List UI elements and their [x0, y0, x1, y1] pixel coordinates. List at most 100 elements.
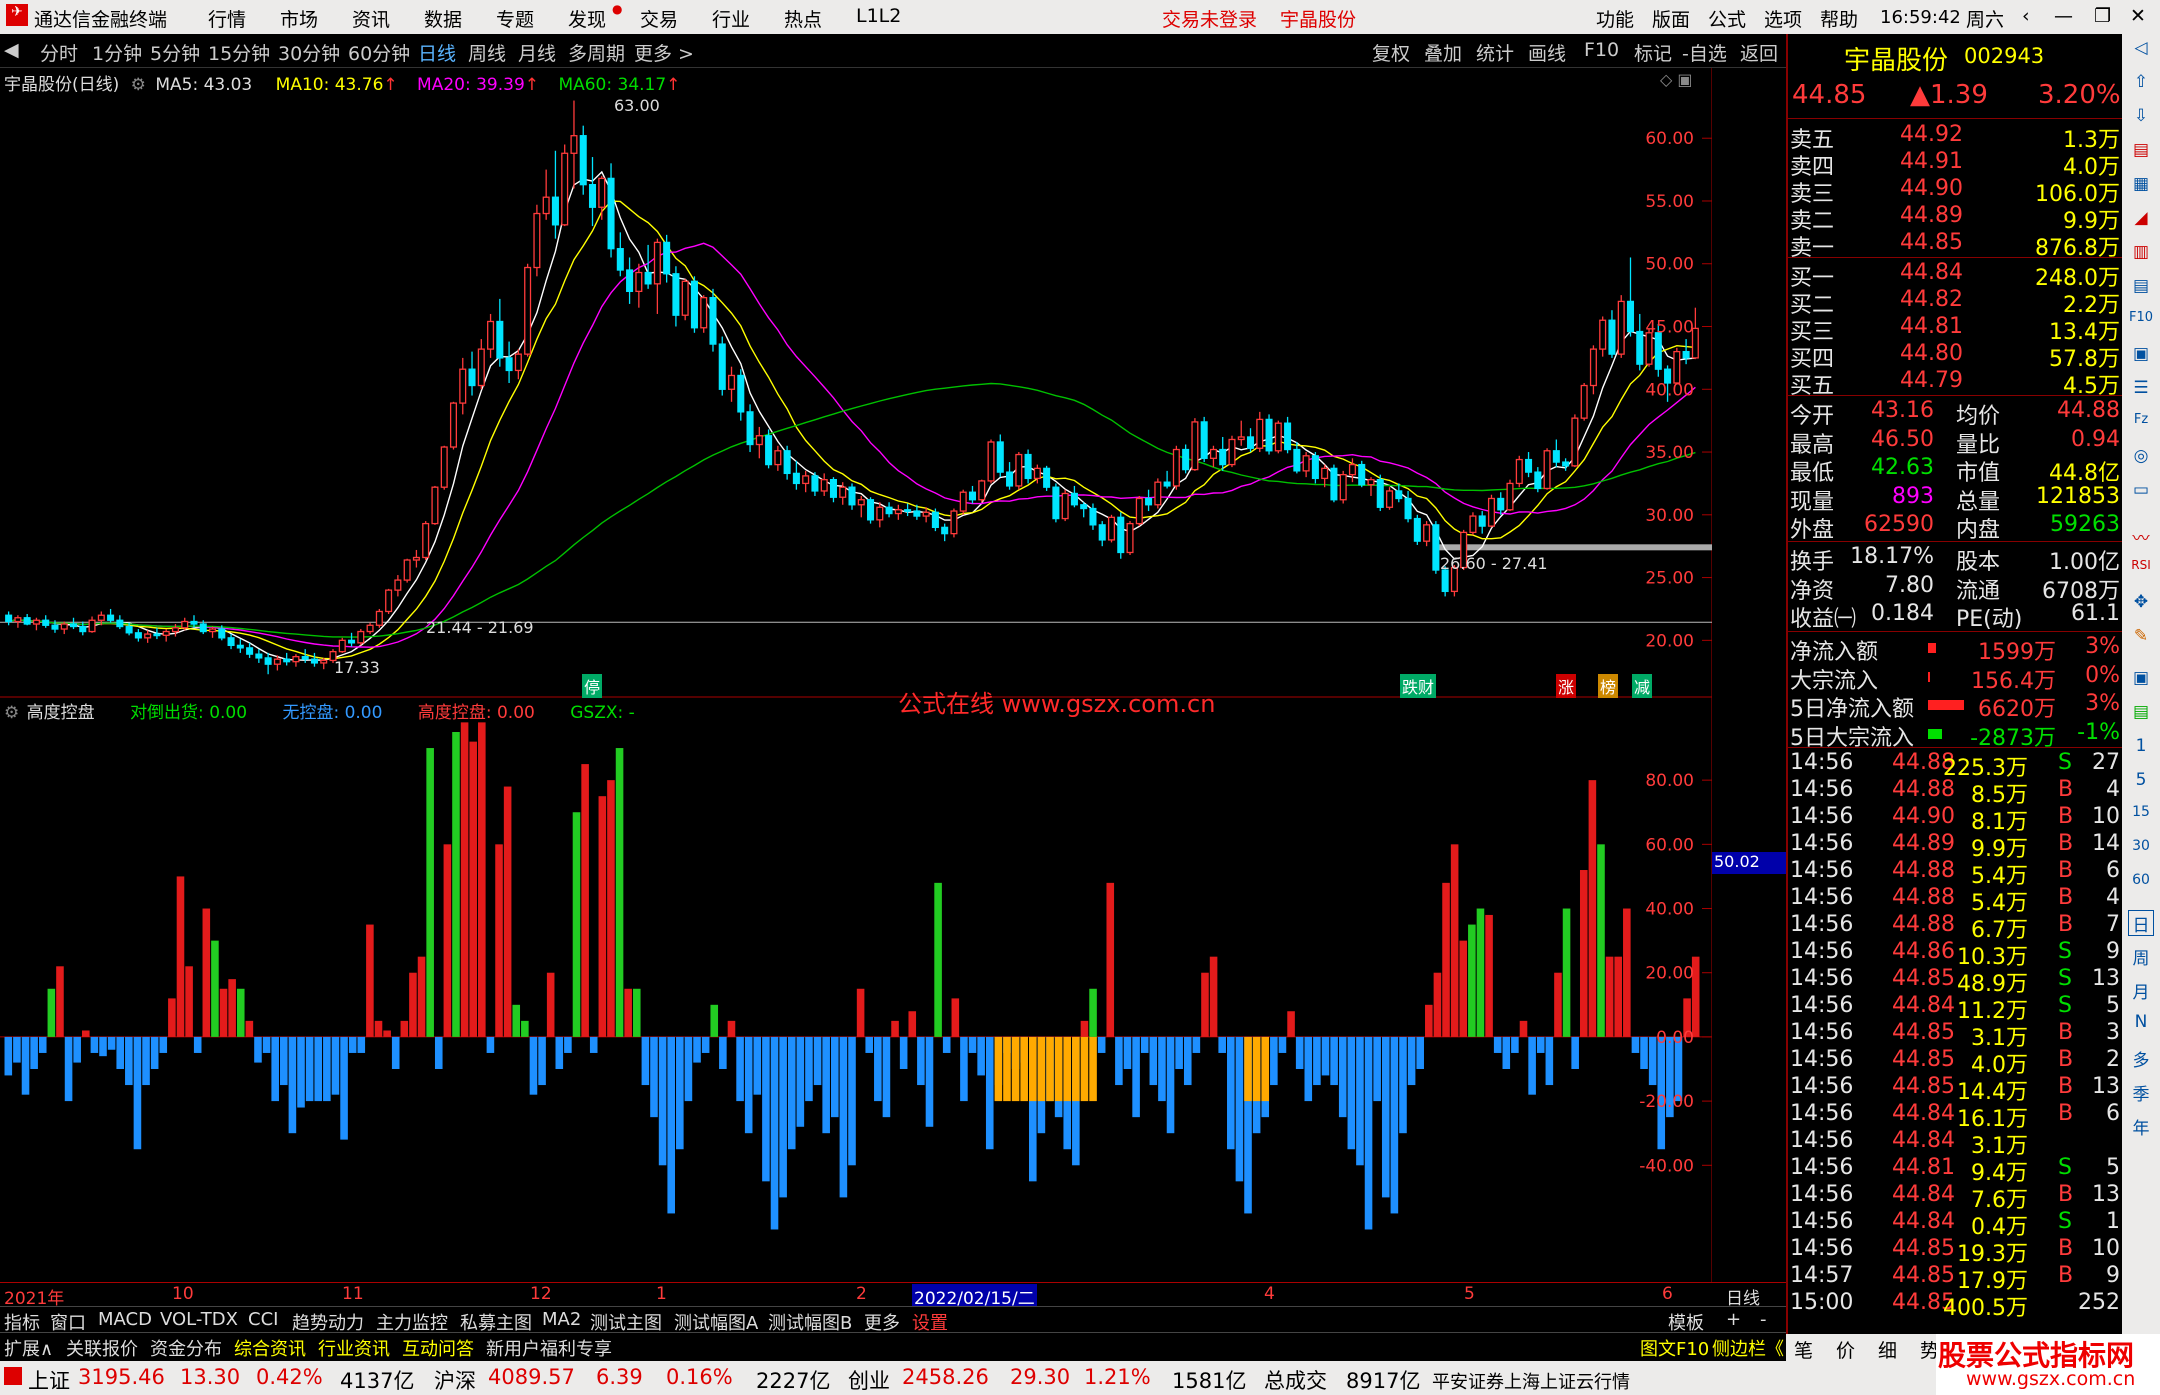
menu-zixun[interactable]: 资讯 — [352, 5, 390, 32]
line-chart-icon[interactable]: ◢ — [2128, 208, 2154, 234]
list-icon[interactable]: ☰ — [2128, 378, 2154, 404]
login-status[interactable]: 交易未登录 — [1162, 5, 1257, 32]
stock-list-icon[interactable]: ▤ — [2128, 140, 2154, 166]
tab-hangye-zixun[interactable]: 行业资讯 — [318, 1335, 390, 1361]
indicator-name[interactable]: 高度控盘 — [27, 703, 95, 723]
tab-minus[interactable]: - — [1760, 1309, 1767, 1330]
wave-icon[interactable]: 〰 — [2128, 524, 2154, 550]
side-period-n[interactable]: N — [2128, 1012, 2154, 1038]
hs-name[interactable]: 沪深 — [434, 1365, 476, 1395]
marker-jian[interactable]: 减 — [1632, 674, 1653, 698]
side-period-zhou[interactable]: 周 — [2128, 944, 2154, 970]
period-60[interactable]: 60 — [2128, 872, 2154, 898]
tool-diejia[interactable]: 叠加 — [1424, 39, 1462, 66]
tab-zijin[interactable]: 资金分布 — [150, 1335, 222, 1361]
panel-tab-bi[interactable]: 笔 — [1794, 1336, 1813, 1363]
cy-name[interactable]: 创业 — [848, 1365, 890, 1395]
marker-zhang[interactable]: 涨 — [1556, 674, 1577, 698]
period-monthly[interactable]: 月线 — [518, 39, 556, 66]
side-period-yue[interactable]: 月 — [2128, 978, 2154, 1004]
period-30[interactable]: 30 — [2128, 838, 2154, 864]
tool-fanhui[interactable]: 返回 — [1740, 39, 1778, 66]
period-15min[interactable]: 15分钟 — [208, 39, 270, 66]
menu-jiaoyi[interactable]: 交易 — [640, 5, 678, 32]
tool-tongji[interactable]: 统计 — [1476, 39, 1514, 66]
side-period-ji[interactable]: 季 — [2128, 1080, 2154, 1106]
arrow-down-icon[interactable]: ⇩ — [2128, 106, 2154, 132]
tool-huaxian[interactable]: 画线 — [1528, 39, 1566, 66]
period-1min[interactable]: 1分钟 — [92, 39, 142, 66]
info-icon[interactable]: ◎ — [2128, 446, 2154, 472]
pen-icon[interactable]: ✎ — [2128, 626, 2154, 652]
tab-tuwen-f10[interactable]: 图文F10 — [1640, 1335, 1709, 1361]
tool-fuquan[interactable]: 复权 — [1372, 39, 1410, 66]
minimize-icon[interactable]: — — [2054, 5, 2073, 27]
period-more[interactable]: 更多 > — [634, 39, 694, 66]
tab-zonghe[interactable]: 综合资讯 — [234, 1335, 306, 1361]
period-5[interactable]: 5 — [2128, 770, 2154, 796]
toolbar-left-arrow-icon[interactable]: ◀ — [4, 39, 19, 61]
period-fenshi[interactable]: 分时 — [40, 39, 78, 66]
menu-bangzhu[interactable]: 帮助 — [1820, 5, 1858, 32]
menu-xuanxiang[interactable]: 选项 — [1764, 5, 1802, 32]
tab-guanlian[interactable]: 关联报价 — [66, 1335, 138, 1361]
menu-l1l2[interactable]: L1L2 — [856, 5, 901, 27]
marker-ting[interactable]: 停 — [582, 674, 603, 698]
tab-macd[interactable]: MACD — [98, 1309, 152, 1330]
export-icon[interactable]: ▤ — [2128, 702, 2154, 728]
close-icon[interactable]: ✕ — [2130, 5, 2146, 27]
table-icon[interactable]: ▤ — [2128, 276, 2154, 302]
tool-zixuan[interactable]: -自选 — [1682, 39, 1727, 66]
grid-icon[interactable]: ▦ — [2128, 174, 2154, 200]
tab-xinyonghu[interactable]: 新用户福利专享 — [486, 1335, 612, 1361]
kline-chart[interactable]: 60.00 55.00 50.00 45.00 40.00 35.00 30.00 25.00… — [0, 68, 1786, 698]
f10-icon[interactable]: F10 — [2128, 310, 2154, 336]
tab-vol-tdx[interactable]: VOL-TDX — [160, 1309, 238, 1330]
menu-zhuanti[interactable]: 专题 — [496, 5, 534, 32]
tab-ma2[interactable]: MA2 — [542, 1309, 581, 1330]
panel-tab-xi[interactable]: 细 — [1878, 1336, 1897, 1363]
menu-hangqing[interactable]: 行情 — [208, 5, 246, 32]
tab-kuozhan[interactable]: 扩展∧ — [4, 1335, 53, 1361]
panel-tab-jia[interactable]: 价 — [1836, 1336, 1855, 1363]
period-multi[interactable]: 多周期 — [568, 39, 625, 66]
side-period-ri[interactable]: 日 — [2128, 910, 2154, 936]
news-icon[interactable]: ▣ — [2128, 344, 2154, 370]
menu-redian[interactable]: 热点 — [784, 5, 822, 32]
period-5min[interactable]: 5分钟 — [150, 39, 200, 66]
fz-icon[interactable]: Fz — [2128, 412, 2154, 438]
period-daily[interactable]: 日线 — [418, 39, 456, 66]
tool-biaoji[interactable]: 标记 — [1634, 39, 1672, 66]
formula-icon[interactable]: ▣ — [2128, 668, 2154, 694]
settings-icon[interactable]: ⚙ — [131, 75, 146, 95]
tool-f10[interactable]: F10 — [1584, 39, 1619, 61]
kline-icon[interactable]: ▥ — [2128, 242, 2154, 268]
layers-icon[interactable]: ▭ — [2128, 480, 2154, 506]
tick-list[interactable]: 14:56 44.88 225.3万 S 27 14:56 44.88 8.5万 B 4 14:56… — [1788, 750, 2124, 1321]
indicator-chart[interactable]: 80.00 60.00 40.00 20.00 0.00 -20.00 -40.00 ⚙ 高… — [0, 690, 1786, 1282]
tab-plus[interactable]: + — [1726, 1309, 1741, 1330]
menu-gongneng[interactable]: 功能 — [1596, 5, 1634, 32]
period-60min[interactable]: 60分钟 — [348, 39, 410, 66]
tab-cci[interactable]: CCI — [248, 1309, 278, 1330]
rsi-icon[interactable]: RSI — [2128, 558, 2154, 584]
tab-cebianlan[interactable]: 侧边栏《 — [1712, 1335, 1784, 1361]
collapse-icon[interactable]: ◁ — [2128, 38, 2154, 64]
menu-banmian[interactable]: 版面 — [1652, 5, 1690, 32]
back-icon[interactable]: ‹ — [2022, 5, 2030, 27]
chart-options-icon[interactable]: ◇ ▣ — [1660, 70, 1693, 89]
marker-diecai[interactable]: 跌财 — [1400, 674, 1437, 698]
menu-shichang[interactable]: 市场 — [280, 5, 318, 32]
period-weekly[interactable]: 周线 — [468, 39, 506, 66]
menu-faxian[interactable]: 发现 — [568, 5, 606, 32]
arrow-up-icon[interactable]: ⇧ — [2128, 72, 2154, 98]
period-15[interactable]: 15 — [2128, 804, 2154, 830]
side-period-duo[interactable]: 多 — [2128, 1046, 2154, 1072]
menu-hangye[interactable]: 行业 — [712, 5, 750, 32]
move-icon[interactable]: ✥ — [2128, 592, 2154, 618]
restore-icon[interactable]: ❐ — [2094, 5, 2111, 27]
indicator-settings-icon[interactable]: ⚙ — [4, 703, 19, 723]
sh-name[interactable]: 上证 — [28, 1365, 70, 1395]
tab-hudong[interactable]: 互动问答 — [402, 1335, 474, 1361]
menu-shuju[interactable]: 数据 — [424, 5, 462, 32]
